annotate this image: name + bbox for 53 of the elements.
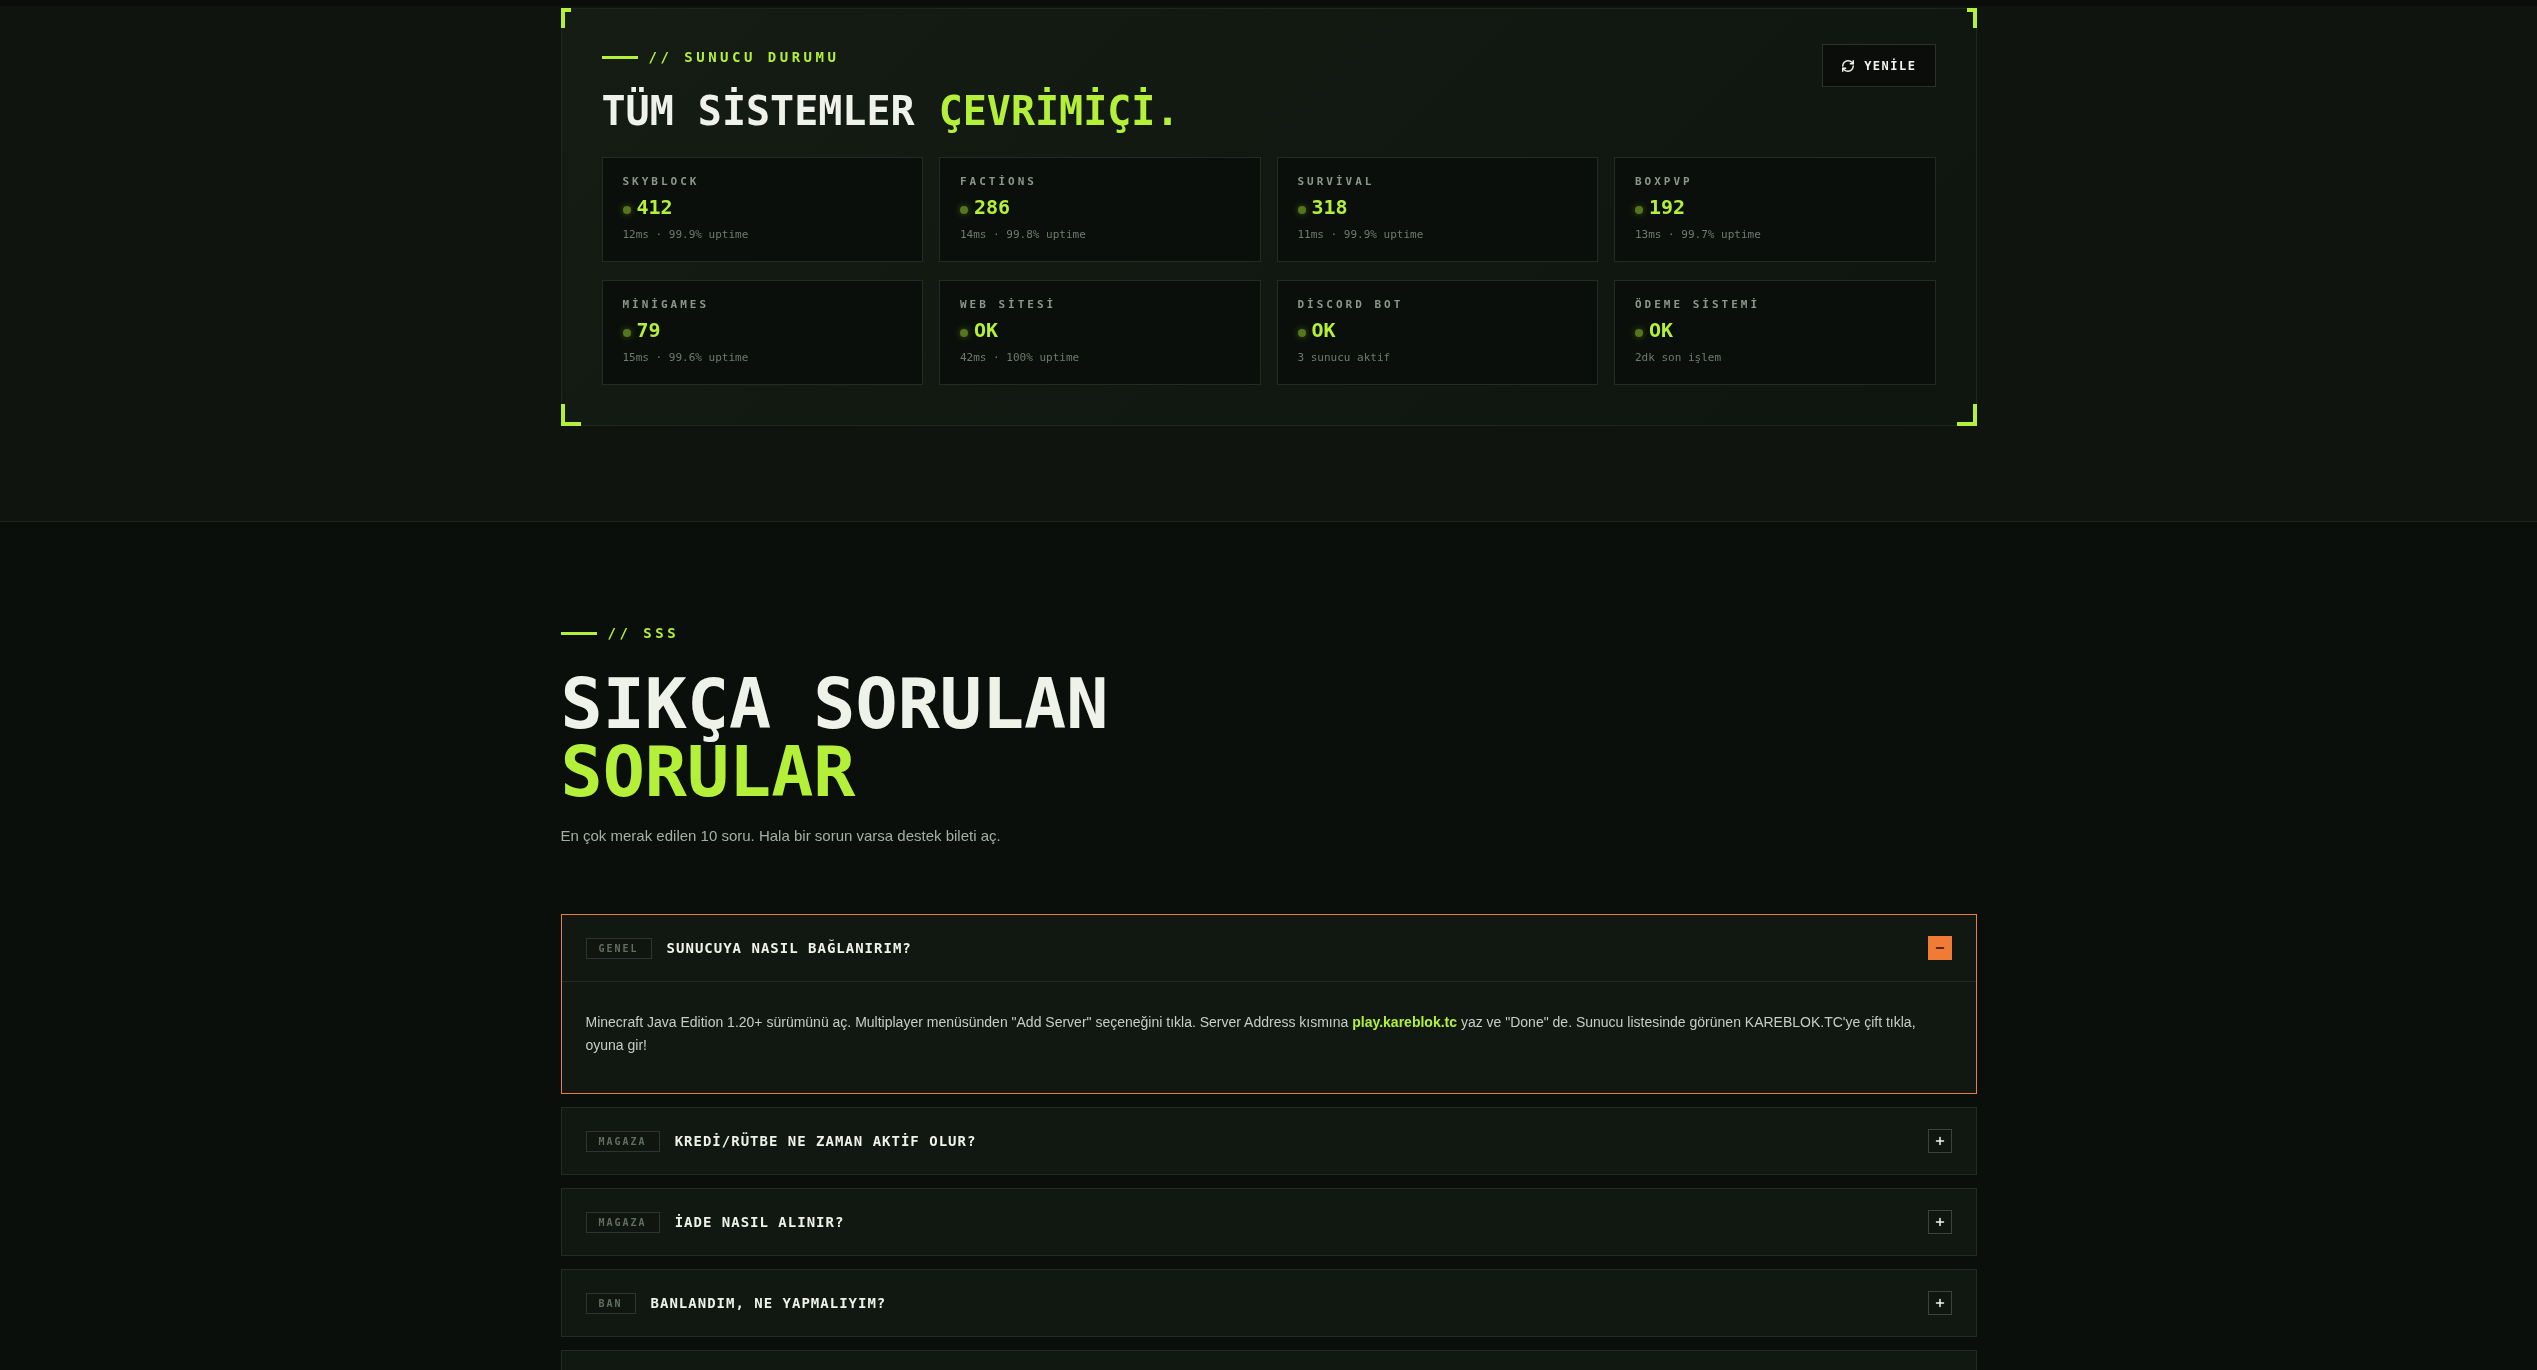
- expand-button[interactable]: [1927, 1129, 1952, 1153]
- server-name: FACTİONS: [960, 175, 1037, 189]
- collapse-button[interactable]: [1927, 936, 1952, 960]
- faq-question[interactable]: SUNUCUYA NASIL BAĞLANIRIM?: [666, 940, 912, 956]
- section-label: // SSS: [607, 625, 680, 641]
- server-name: MİNİGAMES: [622, 298, 710, 312]
- faq-question[interactable]: İADE NASIL ALINIR?: [674, 1214, 845, 1230]
- faq-question[interactable]: KREDİ/RÜTBE NE ZAMAN AKTİF OLUR?: [674, 1133, 977, 1149]
- corner-bracket-icon: [1966, 8, 1977, 28]
- refresh-icon: [1841, 58, 1856, 73]
- server-name: WEB SİTESİ: [960, 298, 1057, 312]
- server-name: ÖDEME SİSTEMİ: [1635, 298, 1761, 312]
- server-value: OK: [1649, 318, 1674, 342]
- category-tag: MAGAZA: [585, 1211, 660, 1233]
- faq-answer: Minecraft Java Edition 1.20+ sürümünü aç. Multiplayer menüsünden "Add Server" seçeneğini tıkla. Server Address kısmına play.kareblok.tc yaz ve "Done" de. Sunucu listesinde görünen KAREBLOK.TC'ye çift tıkla, oyuna gir!: [561, 981, 1976, 1093]
- server-detail: 13ms · 99.7% uptime: [1635, 228, 1761, 242]
- corner-bracket-icon: [560, 404, 581, 426]
- category-tag: GENEL: [585, 937, 652, 959]
- server-detail: 14ms · 99.8% uptime: [960, 228, 1086, 242]
- server-detail: 12ms · 99.9% uptime: [622, 228, 749, 242]
- server-name: DİSCORD BOT: [1297, 298, 1404, 312]
- section-title: TÜM SİSTEMLER ÇEVRİMİÇİ.: [601, 87, 1180, 135]
- server-value: OK: [1311, 318, 1336, 342]
- server-value: 318: [1311, 195, 1348, 219]
- category-tag: BAN: [585, 1292, 636, 1314]
- server-detail: 11ms · 99.9% uptime: [1297, 228, 1424, 242]
- accent-dash-icon: [601, 55, 638, 59]
- accent-dash-icon: [560, 631, 597, 635]
- expand-button[interactable]: [1927, 1291, 1952, 1315]
- section-subtitle: En çok merak edilen 10 soru. Hala bir sorun varsa destek bileti aç.: [560, 826, 1001, 846]
- server-detail: 42ms · 100% uptime: [960, 351, 1080, 365]
- refresh-button[interactable]: YENİLE: [1822, 44, 1936, 87]
- server-name: SURVİVAL: [1297, 175, 1375, 189]
- section-label: // SUNUCU DURUMU: [648, 49, 840, 65]
- expand-button[interactable]: [1927, 1210, 1952, 1234]
- plus-icon: [1933, 1297, 1946, 1309]
- category-tag: MAGAZA: [585, 1130, 660, 1152]
- server-value: OK: [974, 318, 999, 342]
- server-name: SKYBLOCK: [622, 175, 700, 189]
- section-title: SIKÇA SORULAN SORULAR: [560, 670, 1109, 806]
- server-value: 79: [636, 318, 661, 342]
- corner-bracket-icon: [1956, 404, 1977, 426]
- server-detail: 2dk son işlem: [1635, 351, 1722, 365]
- server-value: 286: [974, 195, 1011, 219]
- server-detail: 3 sunucu aktif: [1297, 351, 1391, 365]
- plus-icon: [1933, 1135, 1946, 1147]
- server-name: BOXPVP: [1635, 175, 1693, 189]
- server-value: 412: [636, 195, 673, 219]
- server-detail: 15ms · 99.6% uptime: [622, 351, 749, 365]
- server-value: 192: [1649, 195, 1686, 219]
- corner-bracket-icon: [560, 8, 571, 28]
- plus-icon: [1933, 1216, 1946, 1228]
- faq-question[interactable]: BANLANDIM, NE YAPMALIYIM?: [650, 1295, 887, 1311]
